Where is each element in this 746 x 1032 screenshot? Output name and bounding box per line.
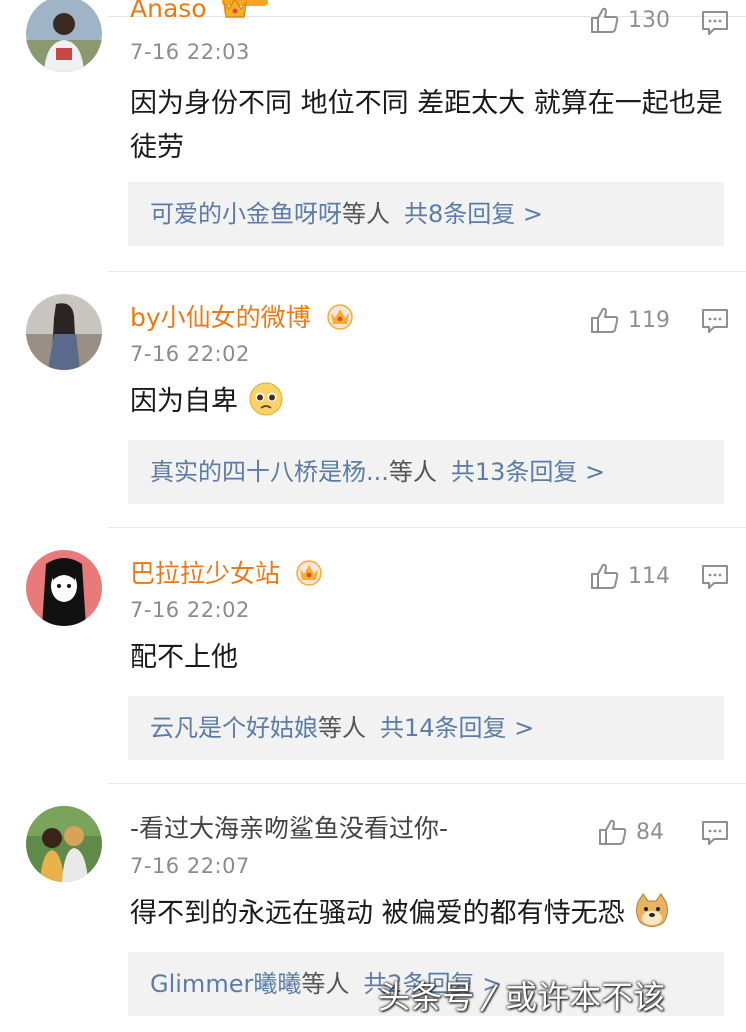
avatar[interactable] xyxy=(26,294,102,370)
comment-reply-button[interactable] xyxy=(701,308,729,338)
reply-names[interactable]: 真实的四十八桥是杨... xyxy=(150,458,389,486)
avatar[interactable] xyxy=(26,0,102,72)
username-text[interactable]: by小仙女的微博 xyxy=(130,303,311,332)
timestamp: 7-16 22:02 xyxy=(130,342,250,366)
comment-icon xyxy=(702,565,728,589)
timestamp: 7-16 22:03 xyxy=(130,40,250,64)
comment-text-content: 因为自卑 xyxy=(130,386,238,417)
reply-count-link[interactable]: 共14条回复 > xyxy=(380,714,534,742)
crown-badge-icon xyxy=(221,0,249,28)
username[interactable]: by小仙女的微博 xyxy=(130,302,355,337)
reply-names[interactable]: 云凡是个好姑娘 xyxy=(150,714,318,742)
username-text[interactable]: 巴拉拉少女站 xyxy=(130,559,280,588)
reply-count-link[interactable]: 共13条回复 > xyxy=(451,458,605,486)
username[interactable]: Anaso xyxy=(130,0,249,28)
watermark-source: 头条号 xyxy=(378,978,475,1016)
comment-text-content: 得不到的永远在骚动 被偏爱的都有恃无恐 xyxy=(130,898,625,929)
reply-count-link[interactable]: 共8条回复 > xyxy=(404,200,543,228)
like-button[interactable]: 130 xyxy=(590,6,670,34)
like-button[interactable]: 114 xyxy=(590,562,670,590)
reply-suffix: 等人 xyxy=(318,714,366,742)
comment-text: 配不上他 xyxy=(130,642,238,673)
thumbs-up-icon xyxy=(591,307,619,333)
comment-icon xyxy=(702,821,728,845)
avatar[interactable] xyxy=(26,806,102,882)
reply-names[interactable]: 可爱的小金鱼呀呀 xyxy=(150,200,342,228)
comment-text: 因为身份不同 地位不同 差距太大 就算在一起也是徒劳 xyxy=(130,88,723,163)
crown-badge-icon xyxy=(294,558,324,593)
thumbs-up-icon xyxy=(591,7,619,33)
reply-summary[interactable]: 云凡是个好姑娘等人 共14条回复 > xyxy=(128,696,724,760)
comment-reply-button[interactable] xyxy=(701,564,729,594)
reply-suffix: 等人 xyxy=(342,200,390,228)
reply-summary[interactable]: 真实的四十八桥是杨...等人 共13条回复 > xyxy=(128,440,724,504)
username[interactable]: -看过大海亲吻鲨鱼没看过你- xyxy=(130,814,448,844)
comment-icon xyxy=(702,11,728,35)
thumbs-up-icon xyxy=(599,819,627,845)
comment-text: 因为自卑 xyxy=(130,380,730,424)
timestamp: 7-16 22:02 xyxy=(130,598,250,622)
comment-item: 巴拉拉少女站 114 7-16 22:02 配不上他 云凡是个好姑娘等人 共14条… xyxy=(0,528,746,784)
pleading-face-emoji-icon xyxy=(249,382,283,416)
like-button[interactable]: 84 xyxy=(598,818,664,846)
comment-text: 得不到的永远在骚动 被偏爱的都有恃无恐 xyxy=(130,892,730,936)
like-button[interactable]: 119 xyxy=(590,306,670,334)
comment-item: by小仙女的微博 119 7-16 22:02 因为自卑 真实的四十八桥是杨..… xyxy=(0,272,746,528)
reply-summary[interactable]: 可爱的小金鱼呀呀等人 共8条回复 > xyxy=(128,182,724,246)
avatar[interactable] xyxy=(26,550,102,626)
thumbs-up-icon xyxy=(591,563,619,589)
comment-item: Anaso 130 7-16 22:03 因为身份不同 地位不同 差距太大 就算… xyxy=(0,0,746,270)
comment-icon xyxy=(702,309,728,333)
username-text[interactable]: -看过大海亲吻鲨鱼没看过你- xyxy=(130,814,448,843)
comment-reply-button[interactable] xyxy=(701,820,729,850)
reply-names[interactable]: Glimmer曦曦 xyxy=(150,970,301,998)
reply-suffix: 等人 xyxy=(388,458,437,486)
like-count: 130 xyxy=(628,7,670,33)
watermark: 头条号 / 或许本不该 xyxy=(378,972,665,1018)
crown-badge-icon xyxy=(325,302,355,337)
doge-emoji-icon xyxy=(636,893,669,927)
username[interactable]: 巴拉拉少女站 xyxy=(130,558,324,593)
watermark-slash: / xyxy=(479,978,501,1016)
like-count: 119 xyxy=(628,307,670,333)
username-text[interactable]: Anaso xyxy=(130,0,207,23)
like-count: 84 xyxy=(636,819,664,845)
watermark-author: 或许本不该 xyxy=(505,978,666,1016)
comment-reply-button[interactable] xyxy=(701,10,729,40)
timestamp: 7-16 22:07 xyxy=(130,854,250,878)
like-count: 114 xyxy=(628,563,670,589)
reply-suffix: 等人 xyxy=(301,970,350,998)
